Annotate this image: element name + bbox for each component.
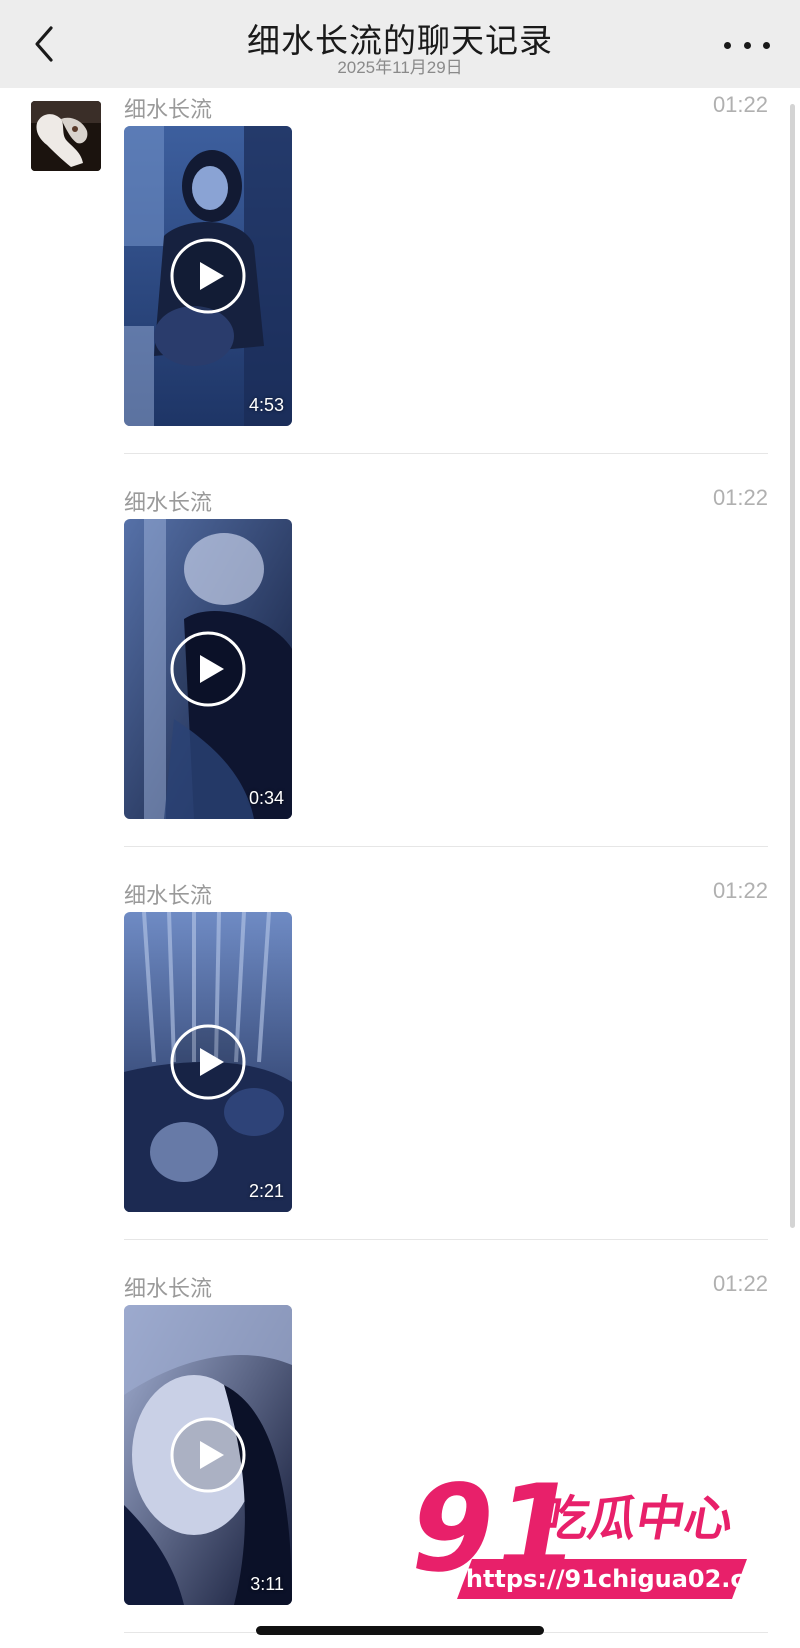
message-item: 细水长流 01:22 4:53	[0, 92, 800, 485]
page-subtitle-date: 2025年11月29日	[337, 58, 463, 77]
more-dots-icon	[724, 41, 731, 49]
navigation-bar: 细水长流的聊天记录 2025年11月29日	[0, 0, 800, 88]
video-duration: 2:21	[248, 1181, 284, 1201]
video-duration: 0:34	[248, 788, 284, 808]
back-button[interactable]	[24, 22, 64, 66]
play-icon	[170, 1024, 246, 1100]
chevron-left-icon	[35, 26, 53, 62]
divider	[124, 1239, 768, 1240]
message-time: 01:22	[712, 878, 768, 903]
video-thumbnail[interactable]: 2:21	[124, 912, 292, 1212]
play-icon	[170, 1417, 246, 1493]
message-time: 01:22	[712, 92, 768, 117]
home-indicator	[256, 1626, 544, 1635]
more-button[interactable]	[724, 30, 770, 60]
video-thumbnail[interactable]: 4:53	[124, 126, 292, 426]
message-time: 01:22	[712, 485, 768, 510]
video-thumbnail[interactable]: 0:34	[124, 519, 292, 819]
divider	[124, 846, 768, 847]
scrollbar[interactable]	[790, 104, 795, 1228]
sender-name: 细水长流	[124, 98, 213, 123]
message-item: 细水长流 01:22 2:21	[0, 878, 800, 1271]
play-icon	[170, 238, 246, 314]
message-item: 细水长流 01:22 0:34	[0, 485, 800, 878]
sender-name: 细水长流	[124, 884, 213, 909]
video-duration: 4:53	[248, 395, 284, 415]
message-time: 01:22	[712, 1271, 768, 1296]
video-duration: 3:11	[250, 1574, 284, 1594]
watermark-brand: 吃瓜中心	[536, 1491, 738, 1547]
watermark-url: https://91chigua02.com	[465, 1565, 787, 1593]
sender-name: 细水长流	[124, 491, 213, 516]
play-icon	[170, 631, 246, 707]
video-thumbnail[interactable]: 3:11	[124, 1305, 292, 1605]
sender-name: 细水长流	[124, 1277, 213, 1302]
divider	[124, 453, 768, 454]
